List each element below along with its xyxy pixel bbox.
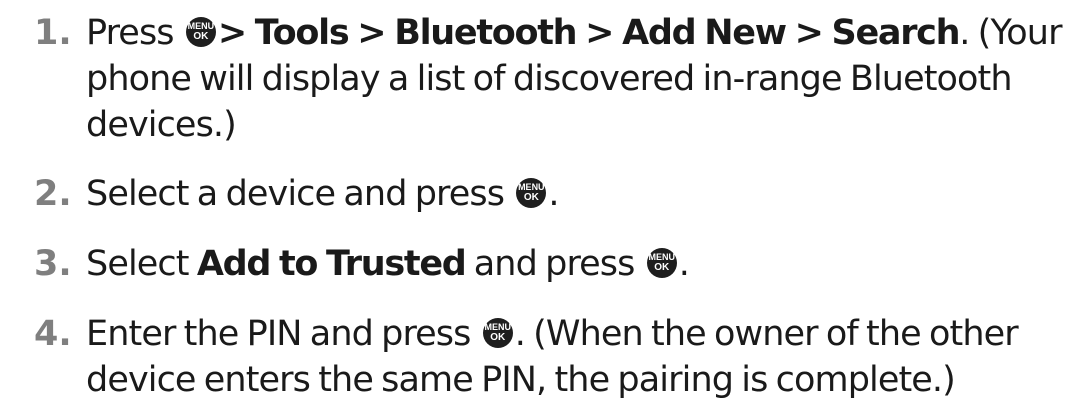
step-number: 2.	[34, 174, 72, 214]
menu-option: Add to Trusted	[196, 244, 467, 284]
step-4: 4. Enter the PIN and press MENU OK. (When …	[0, 311, 1075, 403]
step-text: and press	[465, 244, 643, 284]
step-1: 1. Press MENU OK > Tools > Bluetooth > Add …	[0, 0, 1075, 148]
step-text: .	[678, 244, 690, 284]
step-number: 4.	[34, 314, 72, 354]
step-3: 3. Select Add to Trusted and press MENU OK…	[0, 241, 1075, 287]
step-text: Enter the PIN and press	[86, 314, 479, 354]
menu-ok-key-icon: MENU OK	[516, 178, 547, 208]
step-number: 3.	[34, 244, 72, 284]
step-text: Press	[86, 13, 182, 53]
menu-ok-key-icon: MENU OK	[482, 318, 513, 348]
step-2: 2. Select a device and press MENU OK.	[0, 171, 1075, 217]
menu-ok-key-icon: MENU OK	[646, 248, 677, 278]
step-text: .	[548, 174, 559, 214]
instruction-steps: 1. Press MENU OK > Tools > Bluetooth > Add …	[0, 0, 1075, 403]
step-text: Select	[86, 244, 197, 284]
menu-ok-key-icon: MENU OK	[185, 17, 216, 47]
step-number: 1.	[34, 13, 72, 53]
step-text: Select a device and press	[86, 174, 513, 214]
menu-path: > Tools > Bluetooth > Add New > Search	[217, 13, 961, 53]
